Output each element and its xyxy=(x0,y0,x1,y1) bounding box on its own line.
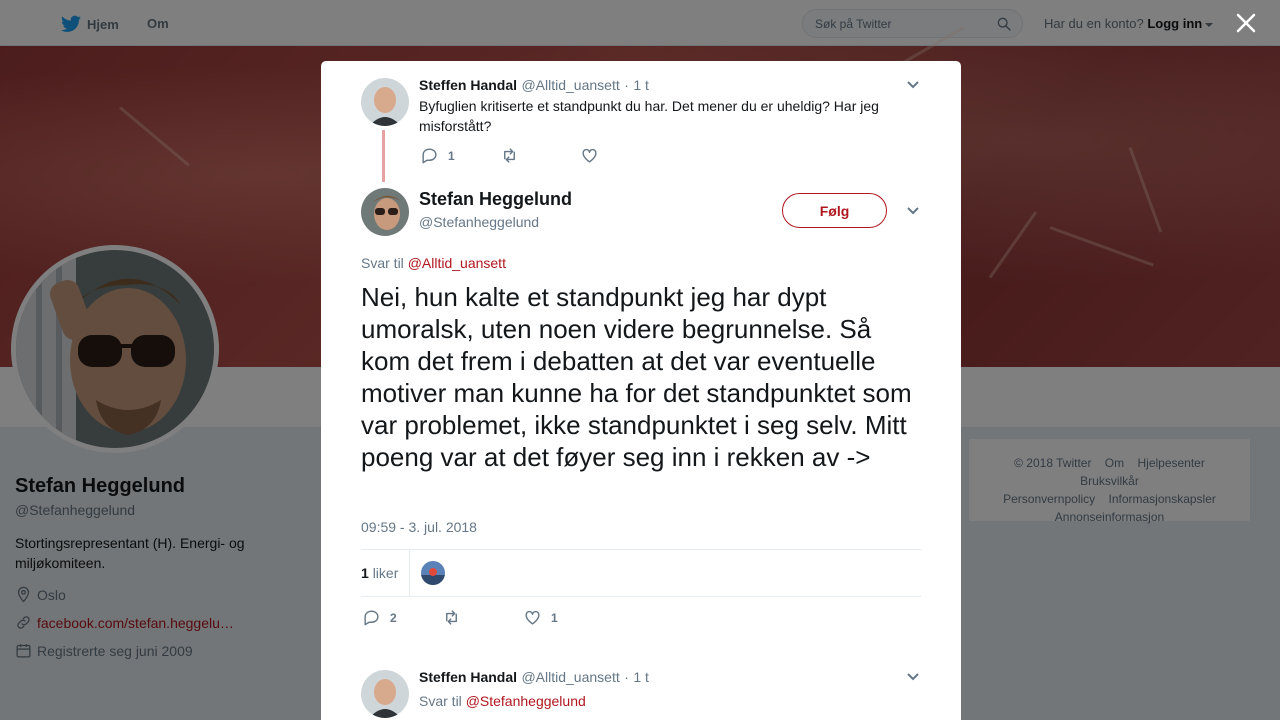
parent-retweet-button[interactable] xyxy=(500,146,528,165)
chevron-down-icon[interactable] xyxy=(906,672,920,682)
main-tweet-timestamp[interactable]: 09:59 - 3. jul. 2018 xyxy=(361,519,477,535)
main-like-count: 1 xyxy=(551,610,558,625)
main-like-button[interactable]: 1 xyxy=(523,608,558,627)
reply-icon xyxy=(422,148,437,164)
avatar-photo xyxy=(421,561,445,585)
heart-icon xyxy=(525,610,540,625)
reply-tweet-time[interactable]: 1 t xyxy=(633,669,649,685)
reply-tweet-avatar[interactable] xyxy=(361,670,409,718)
retweet-icon xyxy=(504,148,515,163)
follow-button[interactable]: Følg xyxy=(782,193,887,228)
reply-to-mention[interactable]: @Alltid_uansett xyxy=(408,255,506,271)
likes-stat[interactable]: 1 liker xyxy=(361,565,398,581)
liker-avatar[interactable] xyxy=(421,561,445,585)
reply-tweet-reply-to: Svar til @Stefanheggelund xyxy=(419,693,586,709)
main-reply-count: 2 xyxy=(390,610,397,625)
likes-count: 1 xyxy=(361,565,369,581)
parent-tweet-handle[interactable]: @Alltid_uansett xyxy=(521,77,619,93)
parent-tweet-name[interactable]: Steffen Handal xyxy=(419,77,517,93)
close-icon[interactable] xyxy=(1236,13,1256,33)
avatar-photo xyxy=(361,670,409,718)
main-tweet-name[interactable]: Stefan Heggelund xyxy=(419,189,572,210)
reply-tweet-name[interactable]: Steffen Handal xyxy=(419,669,517,685)
parent-reply-button[interactable]: 1 xyxy=(420,146,455,165)
reply-icon xyxy=(364,610,379,626)
tweet-modal: Steffen Handal @Alltid_uansett · 1 t Byf… xyxy=(321,61,961,720)
main-reply-button[interactable]: 2 xyxy=(362,608,397,627)
parent-like-button[interactable] xyxy=(580,146,608,165)
separator-dot: · xyxy=(624,77,629,93)
main-tweet-handle[interactable]: @Stefanheggelund xyxy=(419,214,539,230)
reply-to-line: Svar til @Alltid_uansett xyxy=(361,255,506,271)
reply-to-label: Svar til xyxy=(419,693,462,709)
reply-to-label: Svar til xyxy=(361,255,404,271)
main-tweet-avatar[interactable] xyxy=(361,188,409,236)
stats-divider xyxy=(409,550,410,596)
tweet-stats: 1 liker xyxy=(361,549,921,597)
avatar-photo xyxy=(361,78,409,126)
reply-tweet-handle[interactable]: @Alltid_uansett xyxy=(521,669,619,685)
separator-dot: · xyxy=(624,669,629,685)
parent-tweet-text: Byfuglien kritiserte et standpunkt du ha… xyxy=(419,98,879,134)
chevron-down-icon[interactable] xyxy=(906,206,920,216)
retweet-icon xyxy=(446,610,457,625)
parent-reply-count: 1 xyxy=(448,148,455,163)
chevron-down-icon[interactable] xyxy=(906,80,920,90)
main-tweet-text: Nei, hun kalte et standpunkt jeg har dyp… xyxy=(361,282,912,472)
parent-tweet-header: Steffen Handal @Alltid_uansett · 1 t xyxy=(419,77,649,95)
thread-connector xyxy=(382,130,385,182)
likes-label: liker xyxy=(372,565,399,581)
parent-tweet-time[interactable]: 1 t xyxy=(633,77,649,93)
heart-icon xyxy=(582,148,597,163)
avatar-photo xyxy=(361,188,409,236)
main-retweet-button[interactable] xyxy=(442,608,470,627)
parent-tweet-avatar[interactable] xyxy=(361,78,409,126)
reply-to-mention[interactable]: @Stefanheggelund xyxy=(466,693,586,709)
reply-tweet-header: Steffen Handal @Alltid_uansett · 1 t xyxy=(419,669,649,687)
